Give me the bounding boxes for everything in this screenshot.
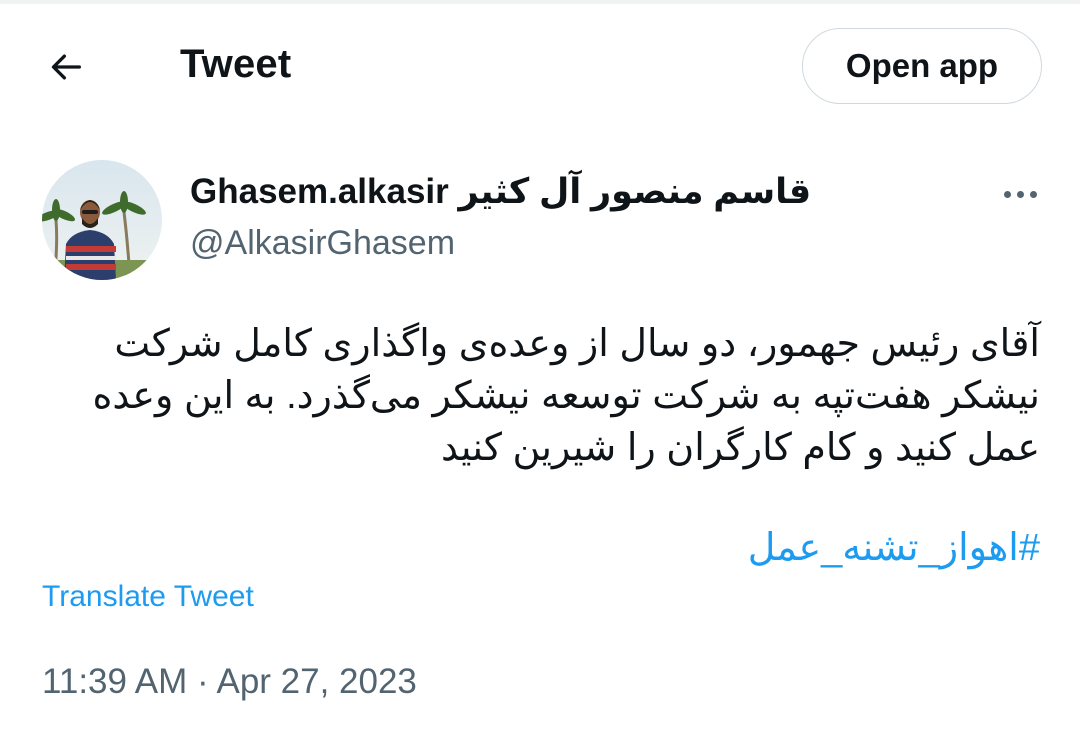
tweet-time[interactable]: 11:39 AM <box>42 662 187 701</box>
page-title: Tweet <box>180 42 292 86</box>
tweet-date[interactable]: Apr 27, 2023 <box>216 662 416 701</box>
more-dot <box>1029 190 1037 198</box>
tweet-text: آقای رئیس جهمور، دو سال از وعده‌ی واگذار… <box>92 323 1041 469</box>
more-options-button[interactable] <box>996 176 1044 212</box>
timestamp-separator: · <box>197 662 209 701</box>
hashtag-link[interactable]: #اهواز_تشنه_عمل <box>600 522 1040 574</box>
author-name-latin: Ghasem.alkasir <box>190 172 449 211</box>
author-display-name[interactable]: Ghasem.alkasir قاسم منصور آل کثیر <box>190 172 811 212</box>
tweet-timestamp: 11:39 AM · Apr 27, 2023 <box>42 662 417 702</box>
more-dot <box>1016 190 1024 198</box>
author-name-persian: قاسم منصور آل کثیر <box>458 172 812 211</box>
translate-tweet-link[interactable]: Translate Tweet <box>42 580 254 614</box>
author-handle[interactable]: @AlkasirGhasem <box>190 224 455 263</box>
open-app-button[interactable]: Open app <box>802 28 1042 104</box>
header-bar: Tweet Open app <box>0 4 1080 124</box>
more-dots-icon <box>1003 190 1011 198</box>
avatar[interactable] <box>42 160 162 280</box>
profile-photo <box>42 160 162 280</box>
back-button[interactable] <box>38 44 94 90</box>
arrow-left-icon <box>51 54 82 80</box>
